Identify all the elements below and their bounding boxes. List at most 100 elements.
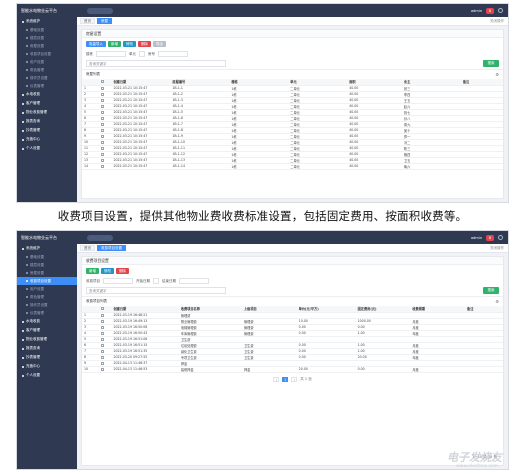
sidebar-item[interactable]: 角色管理 (17, 293, 77, 301)
gear-icon[interactable]: ⚙ (495, 299, 499, 304)
item-input[interactable] (103, 278, 133, 284)
sidebar-item[interactable]: 房屋设置 (17, 42, 77, 50)
row-checkbox[interactable] (100, 110, 104, 114)
sidebar-item[interactable]: 楼层设置 (17, 34, 77, 42)
sidebar-item[interactable]: 仪表管理 (17, 309, 77, 317)
row-checkbox[interactable] (100, 98, 104, 102)
room-input[interactable] (158, 51, 188, 57)
sidebar-item[interactable]: 报表查询 (17, 344, 77, 353)
row-checkbox[interactable] (100, 355, 104, 359)
sidebar-item-label: 水电收费 (26, 92, 40, 96)
row-checkbox[interactable] (100, 325, 104, 329)
sidebar-item[interactable]: 操作员设置 (17, 301, 77, 309)
close-tabs-menu[interactable]: 关闭操作 (490, 19, 508, 24)
row-checkbox[interactable] (100, 343, 104, 347)
sidebar-item[interactable]: 用户设置 (17, 285, 77, 293)
row-checkbox[interactable] (100, 116, 104, 120)
export-button[interactable]: 导出 (153, 41, 166, 47)
settings-icon[interactable] (498, 235, 503, 240)
sidebar-item[interactable]: 基础设置 (17, 253, 77, 261)
row-checkbox[interactable] (100, 146, 104, 150)
row-checkbox[interactable] (100, 319, 104, 323)
row-checkbox[interactable] (100, 140, 104, 144)
delete-button[interactable]: 删除 (138, 41, 151, 47)
table-row[interactable]: 10 2022-04-13 11:46:53 装修押金 押金 20.00 0.00 月度 (82, 366, 503, 373)
import-button[interactable]: 批量导入 (86, 41, 106, 47)
sidebar-item[interactable]: 充值中心 (17, 135, 77, 144)
top-menu-pill[interactable] (87, 7, 113, 14)
unit-select[interactable] (139, 51, 145, 57)
sidebar-item[interactable]: 系统维护 (17, 17, 77, 26)
edit-button[interactable]: 修改 (123, 41, 136, 47)
row-checkbox[interactable] (100, 349, 104, 353)
row-checkbox[interactable] (100, 164, 104, 168)
sidebar-item[interactable]: 个人设置 (17, 371, 77, 380)
select-all-checkbox[interactable] (100, 307, 104, 311)
select-all-checkbox[interactable] (100, 80, 104, 84)
row-checkbox[interactable] (100, 134, 104, 138)
row-checkbox[interactable] (100, 337, 104, 341)
add-button[interactable]: 新增 (108, 41, 121, 47)
notification-badge[interactable]: 8 (486, 7, 494, 14)
tab-home[interactable]: 首页 (80, 245, 95, 251)
close-tabs-menu[interactable]: 关闭操作 (490, 246, 508, 251)
gear-icon[interactable]: ⚙ (495, 72, 499, 77)
sidebar-item[interactable]: 基础设置 (17, 26, 77, 34)
sidebar-item[interactable]: 充值中心 (17, 362, 77, 371)
row-checkbox[interactable] (100, 361, 104, 365)
row-select-cell[interactable] (98, 366, 112, 373)
sidebar-item[interactable]: 报表查询 (17, 117, 77, 126)
end-date-input[interactable] (179, 278, 209, 284)
row-checkbox[interactable] (100, 158, 104, 162)
edit-button[interactable]: 修改 (101, 268, 114, 274)
row-checkbox[interactable] (100, 152, 104, 156)
row-checkbox[interactable] (100, 86, 104, 90)
sidebar-item[interactable]: 客户管理 (17, 99, 77, 108)
search-button[interactable]: 搜索 (483, 60, 499, 67)
tab-house[interactable]: 房屋 (97, 18, 112, 24)
building-select[interactable] (96, 51, 126, 57)
sidebar-item[interactable]: 物业收费管理 (17, 108, 77, 117)
sidebar-item[interactable]: 抄表管理 (17, 126, 77, 135)
start-date-input[interactable] (153, 278, 159, 284)
sidebar-item[interactable]: 收费项目设置 (17, 50, 77, 58)
row-select-cell[interactable] (98, 163, 112, 170)
prev-page-button[interactable]: ‹ (273, 376, 280, 382)
sidebar-item[interactable]: 收费项目设置 (17, 277, 77, 285)
sidebar-item[interactable]: 抄表管理 (17, 353, 77, 362)
sidebar-item[interactable]: 水电收费 (17, 90, 77, 99)
sidebar-item[interactable]: 操作员设置 (17, 74, 77, 82)
sidebar-item[interactable]: 角色管理 (17, 66, 77, 74)
sidebar-item[interactable]: 房屋设置 (17, 269, 77, 277)
search-button[interactable]: 搜索 (483, 287, 499, 294)
user-name[interactable]: admin (471, 236, 482, 240)
sidebar-item[interactable]: 系统维护 (17, 244, 77, 253)
row-checkbox[interactable] (100, 367, 104, 371)
sidebar-item[interactable]: 楼层设置 (17, 261, 77, 269)
delete-button[interactable]: 删除 (116, 268, 129, 274)
tab-home[interactable]: 首页 (80, 18, 95, 24)
current-page[interactable]: 1 (282, 376, 289, 382)
next-page-button[interactable]: › (291, 376, 298, 382)
sidebar-item[interactable]: 仪表管理 (17, 82, 77, 90)
sidebar-item[interactable]: 个人设置 (17, 144, 77, 153)
sidebar-item[interactable]: 水电收费 (17, 317, 77, 326)
settings-icon[interactable] (498, 8, 503, 13)
table-row[interactable]: 14 2022-03-21 10:15:47 1B-1-14 1栋 二单元 40.00 蒋六 (82, 163, 503, 170)
notification-badge[interactable]: 8 (486, 234, 494, 241)
row-checkbox[interactable] (100, 128, 104, 132)
sidebar-item[interactable]: 客户管理 (17, 326, 77, 335)
search-input[interactable]: 查询关键字 (86, 287, 226, 294)
sidebar-item[interactable]: 物业收费管理 (17, 335, 77, 344)
search-input[interactable]: 查询关键字 (86, 60, 226, 67)
tab-fee-items[interactable]: 收费项目设置 (97, 245, 126, 251)
top-menu-pill[interactable] (87, 234, 113, 241)
row-checkbox[interactable] (100, 104, 104, 108)
row-checkbox[interactable] (100, 313, 104, 317)
row-checkbox[interactable] (100, 92, 104, 96)
add-button[interactable]: 新增 (86, 268, 99, 274)
row-checkbox[interactable] (100, 122, 104, 126)
sidebar-item[interactable]: 用户设置 (17, 58, 77, 66)
row-checkbox[interactable] (100, 331, 104, 335)
user-name[interactable]: admin (471, 9, 482, 13)
